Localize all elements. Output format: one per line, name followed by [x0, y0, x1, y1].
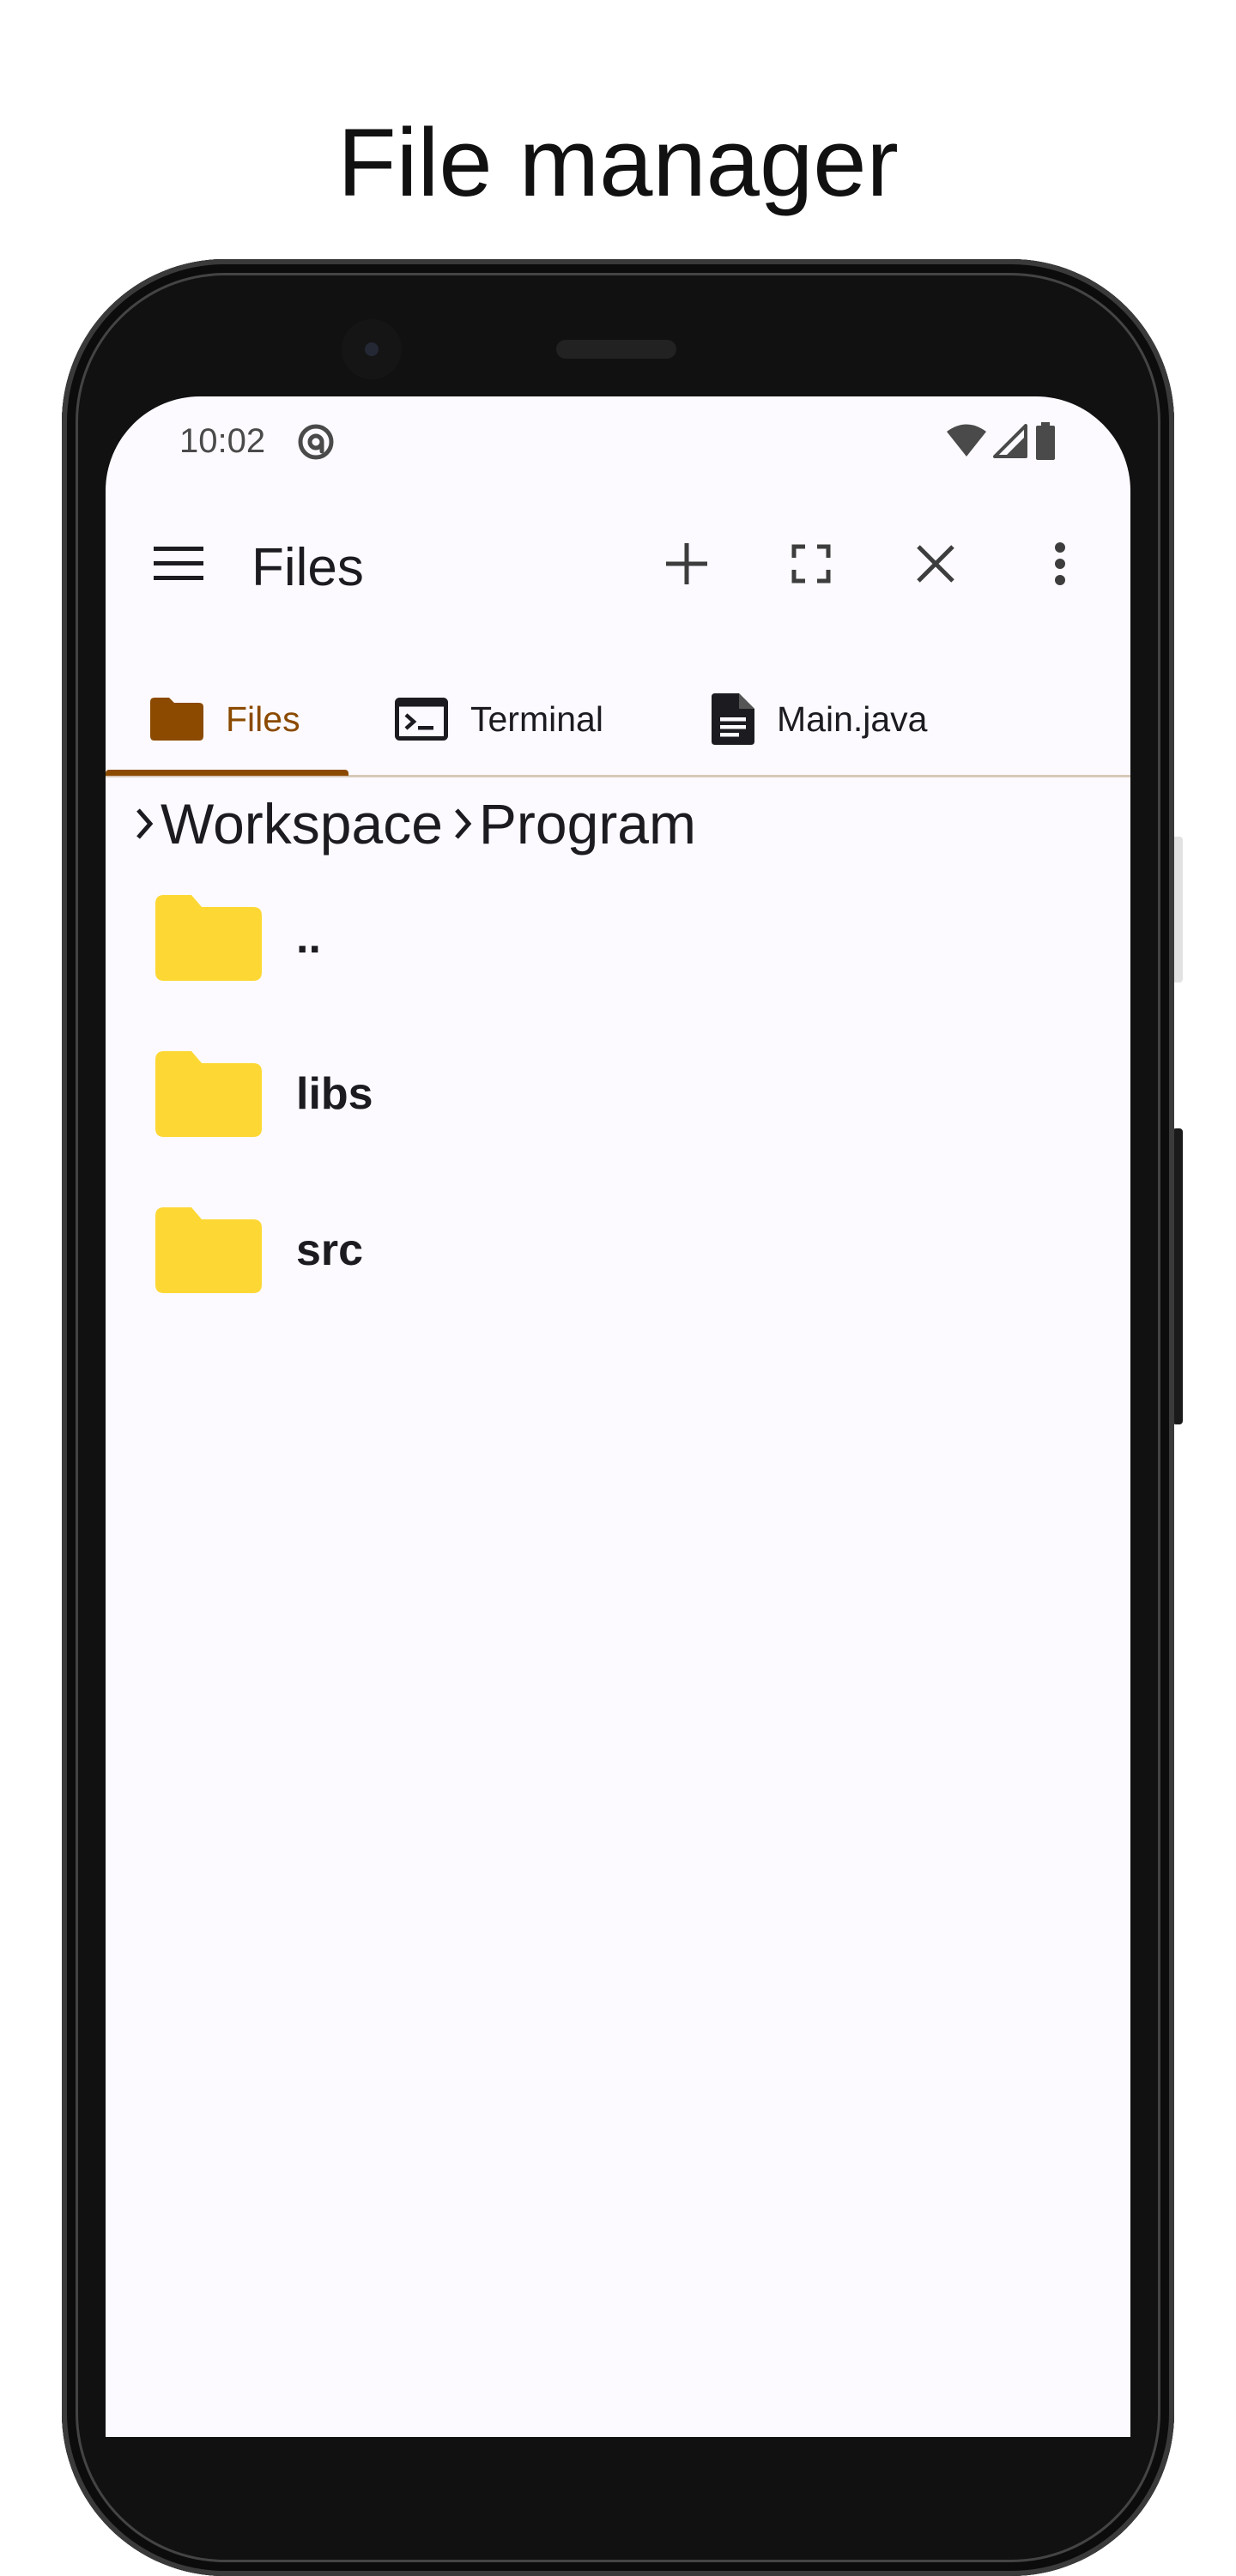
wifi-icon: [947, 424, 986, 457]
menu-button[interactable]: [140, 525, 217, 602]
menu-icon: [154, 547, 203, 580]
folder-icon: [150, 697, 203, 741]
more-options-button[interactable]: [1021, 525, 1099, 602]
terminal-icon: [395, 697, 448, 741]
file-name: src: [296, 1225, 364, 1275]
list-item-libs[interactable]: libs: [106, 1029, 1130, 1185]
breadcrumb: Workspace Program: [133, 781, 705, 867]
tab-main-java[interactable]: Main.java: [712, 662, 927, 775]
chevron-right-icon: [455, 808, 472, 839]
chevron-right-icon: [136, 808, 154, 839]
folder-icon: [155, 1207, 262, 1293]
phone-screen: 10:02 Files Files Terminal Main.java Wor…: [106, 396, 1130, 2439]
status-icons: [947, 422, 1057, 460]
breadcrumb-workspace[interactable]: Workspace: [161, 789, 443, 858]
close-icon: [917, 545, 954, 583]
page-headline: File manager: [337, 109, 899, 216]
earpiece-speaker: [556, 340, 676, 359]
app-title: Files: [251, 538, 364, 597]
tab-files-label: Files: [226, 698, 300, 739]
tab-bar: Files Terminal Main.java: [106, 662, 1130, 777]
list-item-src[interactable]: src: [106, 1185, 1130, 1341]
document-icon: [712, 692, 754, 745]
folder-icon: [155, 895, 262, 981]
phone-bottom-bezel: [106, 2437, 1130, 2471]
file-name: ..: [296, 913, 321, 963]
fullscreen-icon: [791, 544, 831, 584]
add-icon: [666, 543, 707, 584]
more-vert-icon: [1055, 542, 1065, 585]
tab-main-java-label: Main.java: [777, 698, 928, 739]
fullscreen-button[interactable]: [772, 525, 850, 602]
add-button[interactable]: [648, 525, 725, 602]
tab-terminal[interactable]: Terminal: [395, 662, 603, 775]
folder-icon: [155, 1051, 262, 1137]
status-time: 10:02: [179, 422, 266, 460]
battery-icon: [1036, 422, 1055, 460]
tab-terminal-label: Terminal: [470, 698, 603, 739]
app-bar: Files: [106, 508, 1130, 620]
file-name: libs: [296, 1069, 373, 1119]
active-tab-indicator: [106, 770, 348, 776]
tab-files[interactable]: Files: [150, 662, 300, 775]
cell-signal-icon: [993, 424, 1027, 458]
front-camera: [342, 319, 402, 379]
close-button[interactable]: [897, 525, 974, 602]
list-item-parent[interactable]: ..: [106, 873, 1130, 1029]
file-list: .. libs src: [106, 873, 1130, 1341]
at-sign-icon: [298, 424, 334, 460]
breadcrumb-program[interactable]: Program: [479, 789, 696, 858]
